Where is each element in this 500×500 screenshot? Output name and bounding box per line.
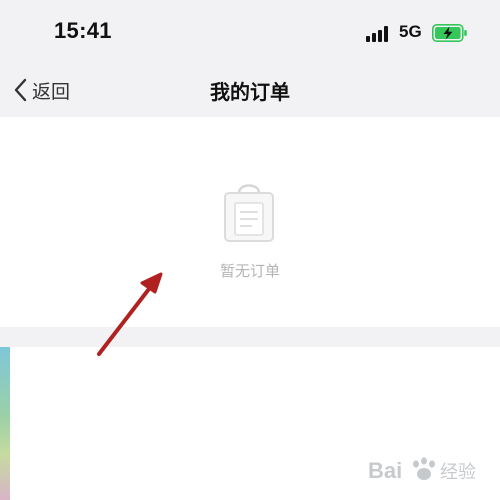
empty-orders-panel: 暂无订单 [0, 117, 500, 327]
status-bar: 15:41 5G [0, 0, 500, 64]
navigation-bar: 返回 我的订单 [0, 64, 500, 116]
shopping-bag-icon [224, 184, 274, 242]
empty-orders-message: 暂无订单 [219, 262, 280, 280]
thumbnail-image [0, 347, 10, 500]
battery-charging-icon [432, 24, 467, 42]
network-type: 5G [399, 22, 422, 41]
status-time: 15:41 [54, 18, 112, 43]
svg-text:经验: 经验 [440, 462, 476, 483]
svg-text:Bai: Bai [368, 458, 402, 483]
cellular-signal-icon [366, 26, 390, 42]
page-title: 我的订单 [210, 80, 290, 104]
baidu-jingyan-watermark-icon: Bai 经验 [368, 457, 476, 483]
phone-screen: 15:41 5G 返回 我的订单 暂无订单 Bai 经验 [0, 0, 500, 500]
